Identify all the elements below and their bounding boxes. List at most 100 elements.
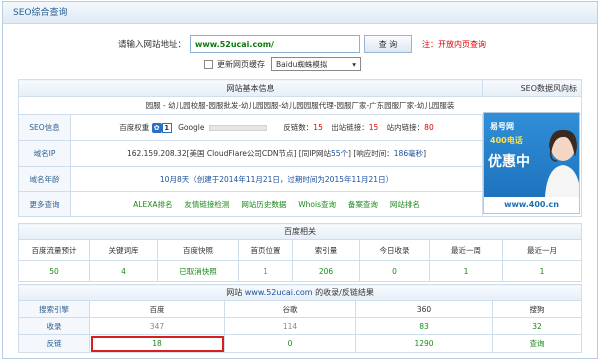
index-col-baidu: 百度	[89, 300, 225, 318]
seo-values: 百度权重 ✿ 1 Google 反链数：15 出站链接：15 站内链接：80	[70, 114, 483, 141]
ad-phone: 400电话	[490, 136, 523, 145]
same-ip-prefix: [同IP网站	[298, 149, 331, 158]
index-col-360: 360	[355, 300, 493, 318]
baidu-col-index: 索引量	[292, 239, 360, 261]
spider-select-value: Baidu蜘蛛模拟	[276, 59, 328, 69]
baidu-col-week: 最近一周	[429, 239, 503, 261]
link-whois[interactable]: Whois查询	[298, 200, 336, 209]
more-links: ALEXA排名 友情链接检测 网站历史数据 Whois查询 备案查询 网站排名	[70, 191, 483, 217]
headset-operator-icon	[545, 129, 579, 197]
baidu-val-keywords[interactable]: 4	[89, 260, 158, 282]
index-row-included: 收录 347 114 83 32	[18, 317, 583, 335]
index-included-baidu[interactable]: 347	[89, 317, 225, 335]
query-button[interactable]: 查 询	[364, 35, 413, 53]
index-included-google[interactable]: 114	[224, 317, 356, 335]
index-backlinks-360[interactable]: 1290	[355, 334, 493, 353]
baidu-col-month: 最近一月	[502, 239, 582, 261]
index-columns: 搜索引擎 百度 谷歌 360 搜狗	[18, 300, 583, 318]
baidu-val-snapshot[interactable]: 已取消快照	[157, 260, 239, 282]
ip-values: 162.159.208.32[美国 CloudFlare公司CDN节点] [同I…	[70, 140, 483, 167]
index-col-sogou: 搜狗	[491, 300, 583, 318]
baidu-title: 百度相关	[18, 223, 582, 240]
inlinks-label: 站内链接：	[386, 123, 425, 132]
age-value: 10月8天	[159, 174, 190, 184]
index-row-backlinks: 反链 18 0 1290 查询	[18, 334, 583, 353]
index-backlinks-google[interactable]: 0	[224, 334, 356, 353]
same-ip-suffix: ]	[348, 149, 351, 158]
backlinks-label: 反链数：	[283, 123, 314, 132]
resp-suffix: ]	[423, 149, 427, 158]
age-detail: （创建于2014年11月21日，过期时间为2015年11月21日）	[189, 174, 394, 184]
basic-info-title: 网站基本信息	[18, 79, 483, 97]
seo-data-link[interactable]: SEO数据风向标	[482, 79, 582, 97]
url-input[interactable]	[190, 35, 361, 53]
baidu-header: 百度相关	[18, 223, 582, 240]
backlinks-value[interactable]: 15	[313, 123, 323, 132]
index-title-site[interactable]: www.52ucai.com	[245, 288, 313, 297]
age-label: 域名年龄	[18, 166, 71, 192]
index-header: 网站 www.52ucai.com 的收录/反链结果	[17, 284, 583, 301]
query-tip: 注：开放内页查询	[422, 39, 487, 49]
baidu-col-traffic: 百度流量预计	[18, 239, 90, 261]
resp-prefix: [响应时间：	[353, 149, 394, 158]
basic-info-header: 网站基本信息 SEO数据风向标	[18, 79, 582, 97]
query-row: 请输入网站地址： 查 询 注：开放内页查询	[118, 34, 486, 54]
ad-url: www.400.cn	[484, 197, 579, 213]
baidu-val-month[interactable]: 1	[502, 260, 582, 282]
index-title-prefix: 网站	[226, 288, 243, 297]
option-row: 更新网页缓存 Baidu蜘蛛模拟 ▾	[204, 56, 361, 72]
baidu-val-traffic[interactable]: 50	[18, 260, 90, 282]
link-history[interactable]: 网站历史数据	[241, 200, 286, 209]
more-label: 更多查询	[18, 191, 71, 217]
same-ip-value[interactable]: 55个	[331, 149, 348, 158]
index-col-engine: 搜索引擎	[18, 300, 90, 318]
baidu-col-homepage: 首页位置	[238, 239, 293, 261]
outlinks-value[interactable]: 15	[369, 123, 379, 132]
index-title-suffix: 的收录/反链结果	[315, 288, 374, 297]
baidu-columns: 百度流量预计 关键词库 百度快照 首页位置 索引量 今日收录 最近一周 最近一月	[18, 239, 582, 261]
baidu-val-index[interactable]: 206	[292, 260, 360, 282]
ad-promo: 优惠中	[488, 154, 530, 170]
index-label-backlinks: 反链	[18, 334, 90, 353]
google-label: Google	[178, 123, 205, 132]
baidu-col-keywords: 关键词库	[89, 239, 158, 261]
baidu-table: 百度相关 百度流量预计 关键词库 百度快照 首页位置 索引量 今日收录 最近一周…	[18, 223, 582, 282]
baidu-col-snapshot: 百度快照	[157, 239, 239, 261]
age-values: 10月8天（创建于2014年11月21日，过期时间为2015年11月21日）	[70, 166, 483, 192]
seo-label: SEO信息	[18, 114, 71, 141]
index-included-360[interactable]: 83	[355, 317, 493, 335]
link-beian[interactable]: 备案查询	[348, 200, 378, 209]
url-label: 请输入网站地址：	[118, 40, 187, 50]
ip-label: 域名IP	[18, 140, 71, 167]
outlinks-label: 出站链接：	[331, 123, 369, 132]
baidu-values: 50 4 已取消快照 1 206 0 1 1	[18, 260, 582, 282]
baidu-col-today: 今日收录	[359, 239, 430, 261]
baidu-val-today[interactable]: 0	[359, 260, 430, 282]
link-rank[interactable]: 网站排名	[390, 200, 420, 209]
resp-value: 186毫秒	[393, 149, 424, 158]
pagerank-bar	[208, 125, 267, 131]
ad-banner[interactable]: 易号网 400电话 优惠中 www.400.cn	[483, 112, 580, 214]
index-included-sogou[interactable]: 32	[491, 317, 583, 335]
link-alexa[interactable]: ALEXA排名	[133, 200, 172, 209]
index-table: 网站 www.52ucai.com 的收录/反链结果 搜索引擎 百度 谷歌 36…	[17, 284, 583, 353]
baidu-val-week[interactable]: 1	[429, 260, 503, 282]
index-label-included: 收录	[18, 317, 90, 335]
paw-icon: ✿	[151, 123, 162, 133]
inlinks-value[interactable]: 80	[424, 123, 434, 132]
link-friend-check[interactable]: 友情链接检测	[184, 200, 229, 209]
index-title: 网站 www.52ucai.com 的收录/反链结果	[17, 284, 583, 301]
ad-brand: 易号网	[490, 122, 514, 131]
chevron-down-icon: ▾	[352, 59, 356, 69]
refresh-cache-label: 更新网页缓存	[217, 59, 265, 69]
index-col-google: 谷歌	[224, 300, 356, 318]
index-backlinks-baidu[interactable]: 18	[89, 334, 225, 353]
baidu-val-homepage: 1	[238, 260, 293, 282]
index-backlinks-sogou[interactable]: 查询	[491, 334, 583, 353]
refresh-cache-checkbox[interactable]	[204, 59, 213, 69]
baidu-weight-label: 百度权重	[119, 123, 150, 132]
ip-text: 162.159.208.32[美国 CloudFlare公司CDN节点]	[126, 149, 297, 158]
panel-title: SEO综合查询	[3, 2, 597, 24]
spider-select[interactable]: Baidu蜘蛛模拟 ▾	[271, 57, 361, 71]
baidu-weight-value[interactable]: 1	[161, 123, 172, 133]
